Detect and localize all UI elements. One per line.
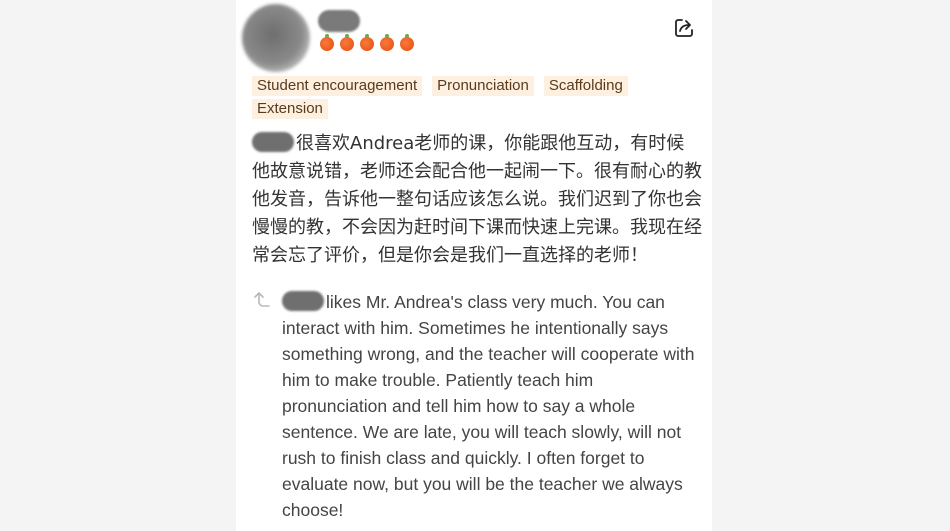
rating <box>320 34 414 51</box>
orange-fruit-icon <box>340 34 354 51</box>
orange-fruit-icon <box>320 34 334 51</box>
tag-list: Student encouragement Pronunciation Scaf… <box>252 76 672 119</box>
tag: Scaffolding <box>543 76 628 96</box>
review-card: Student encouragement Pronunciation Scaf… <box>236 0 712 531</box>
tag: Student encouragement <box>252 76 423 96</box>
student-name-redacted <box>252 132 294 152</box>
reviewer-name-redacted <box>318 10 360 32</box>
review-text-zh: 很喜欢Andrea老师的课，你能跟他互动，有时候他故意说错，老师还会配合他一起闹… <box>252 133 702 266</box>
tag: Pronunciation <box>432 76 534 96</box>
student-name-redacted <box>282 291 324 311</box>
review-translation: likes Mr. Andrea's class very much. You … <box>282 289 702 523</box>
orange-fruit-icon <box>360 34 374 51</box>
share-icon[interactable] <box>672 16 696 40</box>
review-text-original: 很喜欢Andrea老师的课，你能跟他互动，有时候他故意说错，老师还会配合他一起闹… <box>252 130 702 270</box>
orange-fruit-icon <box>380 34 394 51</box>
avatar[interactable] <box>242 4 310 72</box>
orange-fruit-icon <box>400 34 414 51</box>
review-text-en: likes Mr. Andrea's class very much. You … <box>282 292 695 520</box>
tag: Extension <box>252 99 328 119</box>
reply-arrow-icon <box>254 292 270 307</box>
